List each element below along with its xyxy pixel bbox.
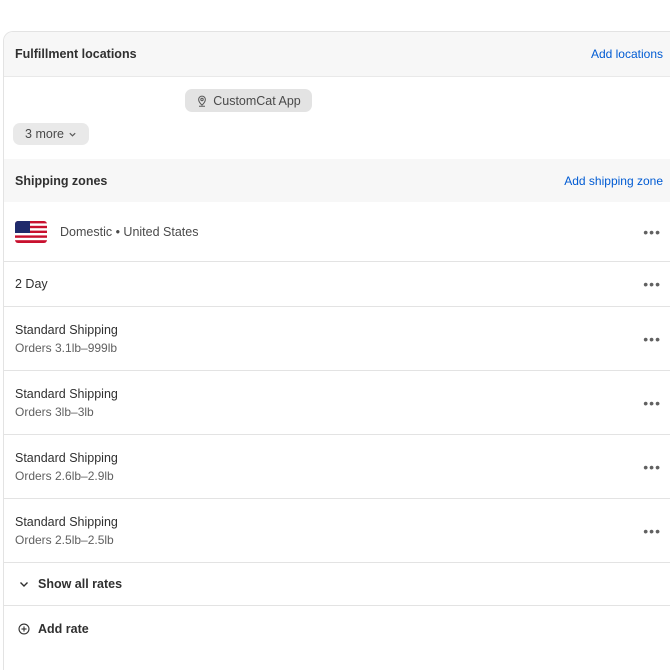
fulfillment-locations-title: Fulfillment locations (15, 47, 137, 61)
rate-name: Standard Shipping (15, 514, 118, 529)
shipping-zones-header: Shipping zones Add shipping zone (4, 159, 670, 202)
location-name: CustomCat App (213, 93, 301, 108)
location-tag: CustomCat App (185, 89, 312, 112)
rate-name: 2 Day (15, 277, 48, 291)
rate-row: Standard Shipping Orders 3.1lb–999lb ••• (4, 307, 670, 371)
shipping-zones-title: Shipping zones (15, 173, 108, 188)
chevron-down-icon (69, 132, 76, 137)
rate-condition: Orders 3.1lb–999lb (15, 340, 118, 355)
us-flag-icon (15, 220, 47, 243)
more-locations-label: 3 more (25, 127, 64, 141)
plus-circle-icon (18, 623, 30, 635)
rate-name: Standard Shipping (15, 450, 118, 465)
location-pin-icon (198, 95, 207, 107)
rate-row: Standard Shipping Orders 3lb–3lb ••• (4, 371, 670, 435)
add-shipping-zone-link[interactable]: Add shipping zone (564, 174, 663, 188)
rate-condition: Orders 2.5lb–2.5lb (15, 532, 114, 547)
rate-more-actions-button[interactable]: ••• (643, 277, 661, 291)
more-locations-button[interactable]: 3 more (13, 123, 89, 145)
add-locations-link[interactable]: Add locations (591, 47, 663, 61)
rate-more-actions-button[interactable]: ••• (643, 332, 661, 346)
add-rate-button[interactable]: Add rate (4, 608, 670, 650)
rate-name: Standard Shipping (15, 386, 118, 401)
show-all-rates-button[interactable]: Show all rates (4, 563, 670, 606)
rate-condition: Orders 2.6lb–2.9lb (15, 468, 114, 483)
add-rate-label: Add rate (38, 622, 89, 636)
chevron-down-icon (20, 582, 28, 587)
rate-more-actions-button[interactable]: ••• (643, 524, 661, 538)
shipping-zone-row: Domestic • United States ••• (4, 202, 670, 262)
rate-row: Standard Shipping Orders 2.6lb–2.9lb ••• (4, 435, 670, 499)
fulfillment-locations-header: Fulfillment locations Add locations (4, 32, 670, 77)
zone-more-actions-button[interactable]: ••• (643, 225, 661, 239)
rate-more-actions-button[interactable]: ••• (643, 396, 661, 410)
rate-row: Standard Shipping Orders 2.5lb–2.5lb ••• (4, 499, 670, 563)
zone-label: Domestic • United States (60, 224, 199, 239)
rate-condition: Orders 3lb–3lb (15, 404, 94, 419)
show-all-rates-label: Show all rates (38, 577, 123, 591)
shipping-settings-card: Fulfillment locations Add locations Cust… (3, 31, 670, 670)
rate-name: Standard Shipping (15, 322, 118, 337)
rate-more-actions-button[interactable]: ••• (643, 460, 661, 474)
rate-row: 2 Day ••• (4, 262, 670, 307)
